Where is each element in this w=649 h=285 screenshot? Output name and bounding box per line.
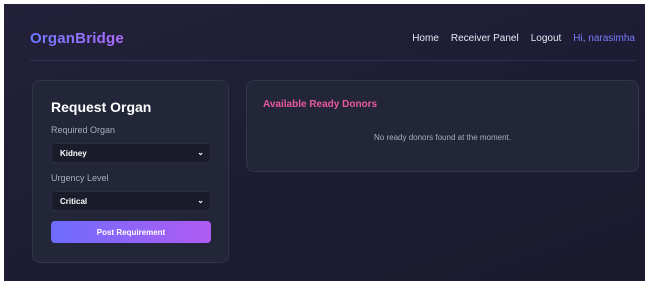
no-donors-message: No ready donors found at the moment. bbox=[374, 133, 511, 142]
urgency-level-label: Urgency Level bbox=[51, 173, 109, 183]
chevron-down-icon: ⌄ bbox=[197, 148, 204, 157]
required-organ-label: Required Organ bbox=[51, 125, 116, 135]
available-donors-title: Available Ready Donors bbox=[263, 99, 378, 110]
post-requirement-button[interactable]: Post Requirement bbox=[51, 221, 211, 243]
available-donors-card: Available Ready Donors No ready donors f… bbox=[246, 80, 639, 172]
nav-logout-link[interactable]: Logout bbox=[531, 33, 562, 44]
request-organ-card: Request Organ Required Organ Kidney ⌄ Ur… bbox=[32, 80, 229, 263]
top-nav: Home Receiver Panel Logout Hi, narasimha bbox=[412, 33, 635, 44]
urgency-level-select[interactable]: Critical ⌄ bbox=[51, 191, 211, 211]
chevron-down-icon: ⌄ bbox=[197, 196, 204, 205]
brand-logo[interactable]: OrganBridge bbox=[30, 30, 124, 47]
app-window: OrganBridge Home Receiver Panel Logout H… bbox=[4, 4, 645, 281]
request-organ-title: Request Organ bbox=[51, 99, 152, 115]
nav-receiver-panel-link[interactable]: Receiver Panel bbox=[451, 33, 519, 44]
user-greeting: Hi, narasimha bbox=[573, 33, 635, 44]
header-divider bbox=[30, 60, 635, 61]
nav-home-link[interactable]: Home bbox=[412, 33, 439, 44]
required-organ-value: Kidney bbox=[60, 148, 87, 158]
urgency-level-value: Critical bbox=[60, 196, 88, 206]
required-organ-select[interactable]: Kidney ⌄ bbox=[51, 143, 211, 163]
